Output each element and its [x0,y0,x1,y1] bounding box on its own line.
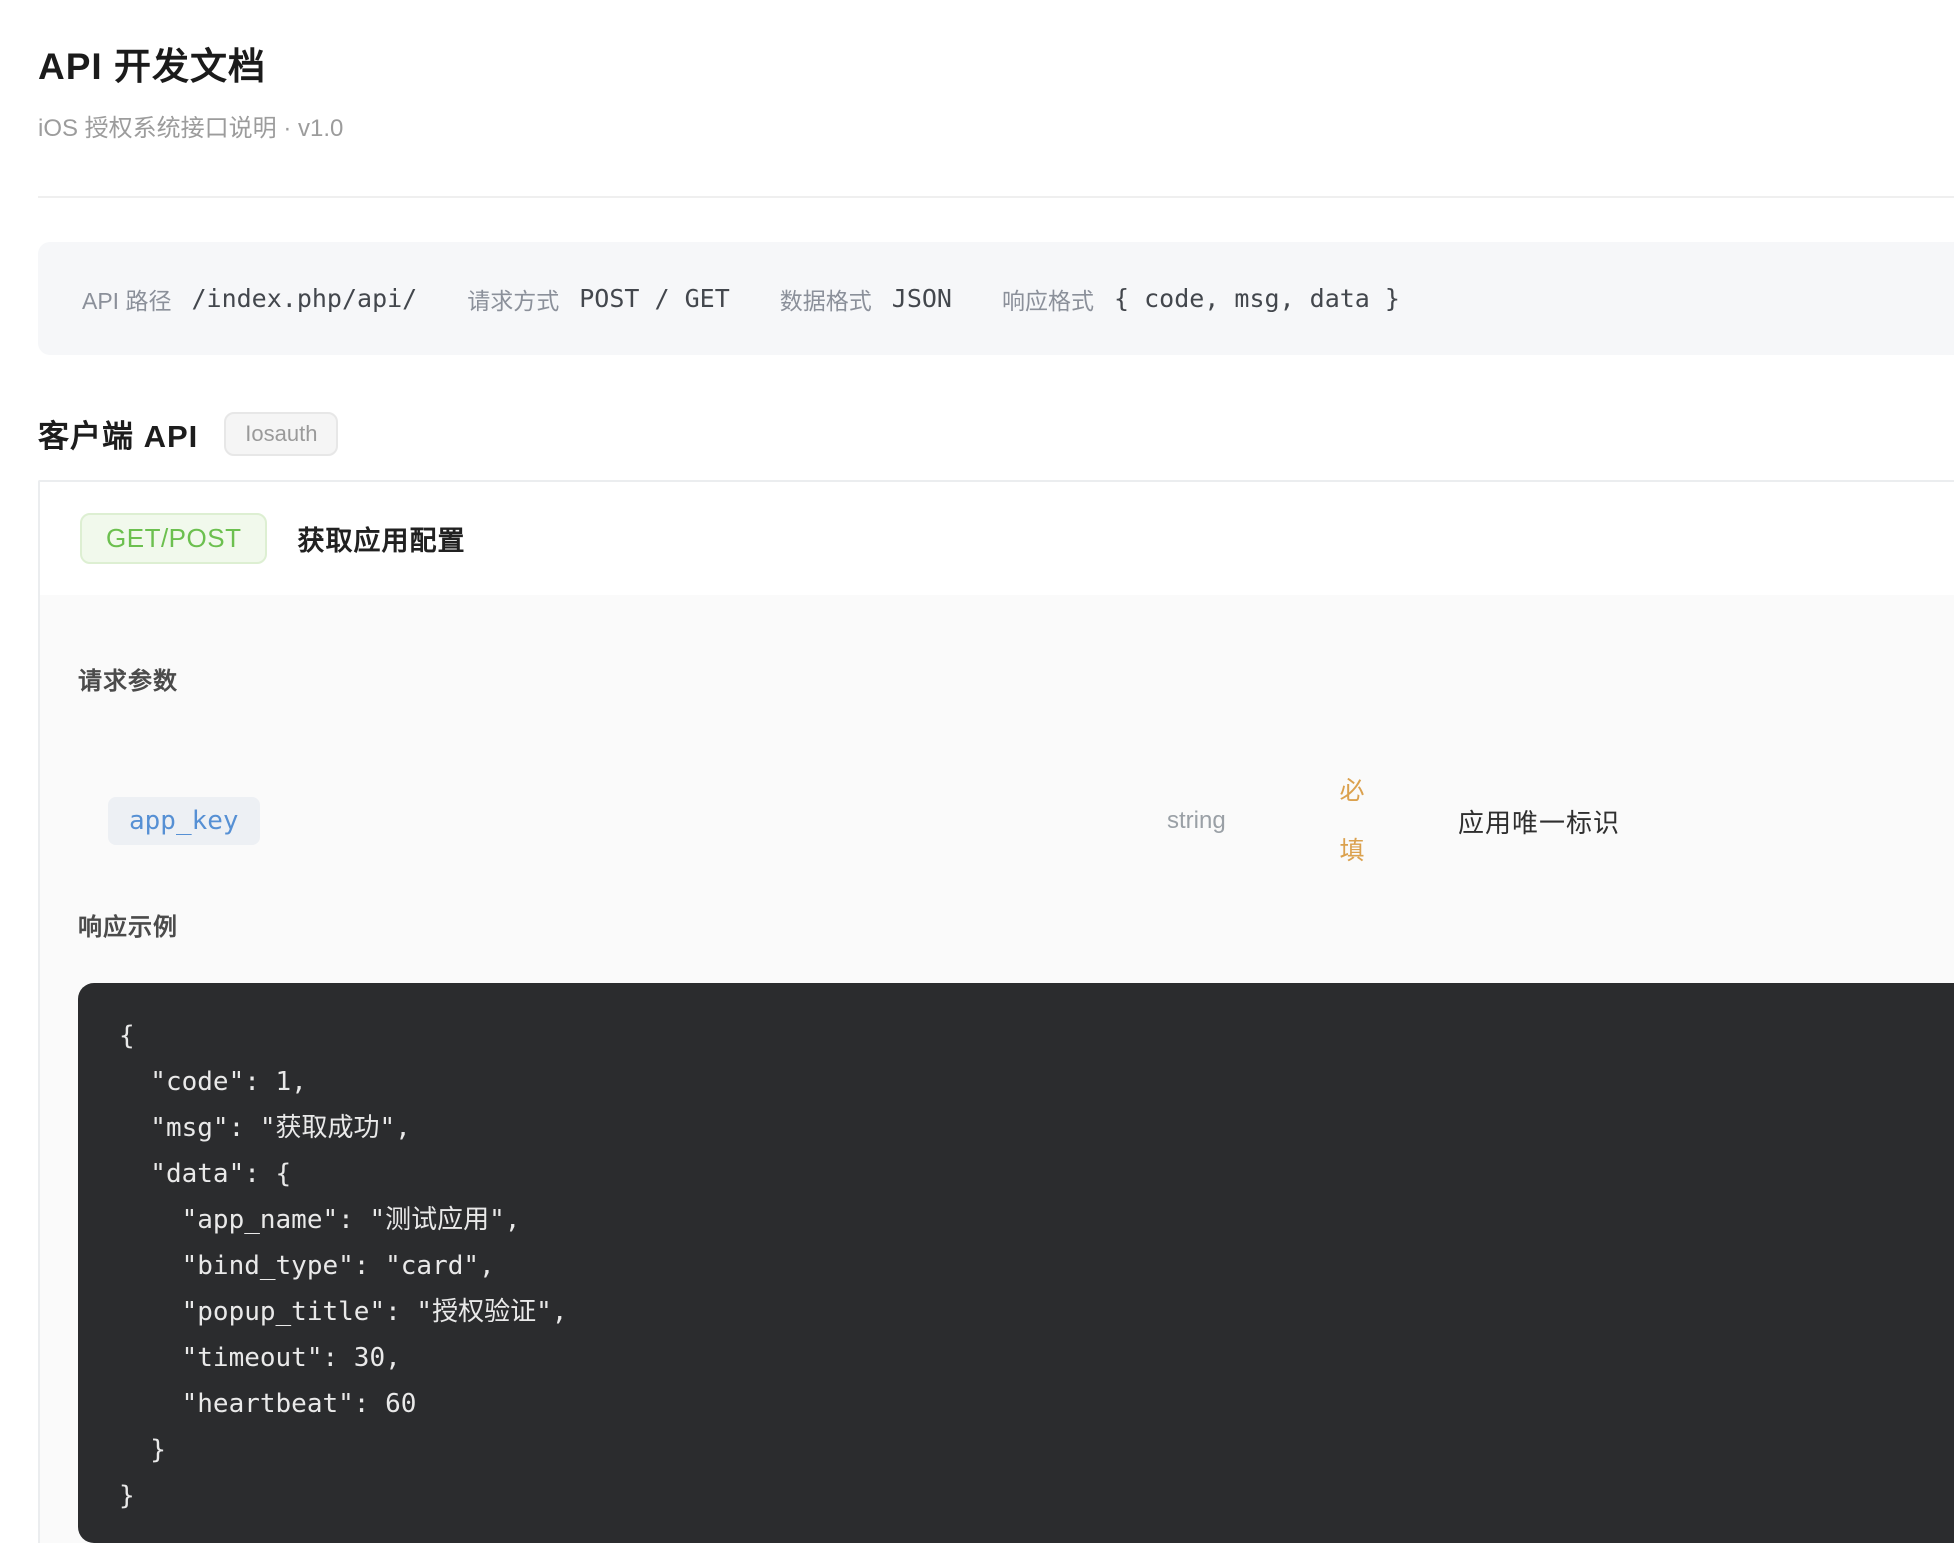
param-required-badge: 必填 [1312,761,1392,881]
endpoint-header: GET/POST 获取应用配置 [40,482,1954,595]
section-title: 客户端 API [38,411,198,456]
info-item-label: API 路径 [82,282,171,316]
info-item-data-format: 数据格式 JSON [780,282,952,316]
code-block: { "code": 1, "msg": "获取成功", "data": { "a… [78,983,1954,1543]
doc-header: API 开发文档 iOS 授权系统接口说明 · v1.0 [0,0,1954,144]
method-badge: GET/POST [80,513,267,564]
info-item-response-format: 响应格式 { code, msg, data } [1002,282,1400,316]
response-example-heading: 响应示例 [78,913,1954,943]
endpoint-card: GET/POST 获取应用配置 请求参数 app_key string 必填 应… [38,480,1954,1543]
info-item-request-method: 请求方式 POST / GET [467,282,730,316]
section-heading: 客户端 API Iosauth [38,411,1954,456]
info-item-value: POST / GET [579,284,730,313]
header-divider [38,196,1954,198]
info-item-label: 请求方式 [467,282,559,316]
request-params-heading: 请求参数 [78,667,1954,697]
param-description: 应用唯一标识 [1392,803,1954,840]
endpoint-title: 获取应用配置 [297,519,465,558]
info-item-value: /index.php/api/ [191,284,417,313]
endpoint-body: 请求参数 app_key string 必填 应用唯一标识 响应示例 { "co… [40,595,1954,1543]
info-item-label: 数据格式 [780,282,872,316]
code-content: { "code": 1, "msg": "获取成功", "data": { "a… [119,1013,1954,1519]
section-badge: Iosauth [224,412,338,456]
param-name-chip: app_key [108,797,260,845]
info-item-value: { code, msg, data } [1114,284,1400,313]
info-item-api-path: API 路径 /index.php/api/ [82,282,417,316]
page-subtitle: iOS 授权系统接口说明 · v1.0 [38,114,1954,144]
param-row: app_key string 必填 应用唯一标识 [78,761,1954,881]
param-required-text: 必填 [1338,761,1367,881]
info-item-label: 响应格式 [1002,282,1094,316]
page-title: API 开发文档 [38,46,1954,88]
param-type: string [1167,807,1312,835]
info-item-value: JSON [892,284,952,313]
api-info-bar: API 路径 /index.php/api/ 请求方式 POST / GET 数… [38,242,1954,355]
